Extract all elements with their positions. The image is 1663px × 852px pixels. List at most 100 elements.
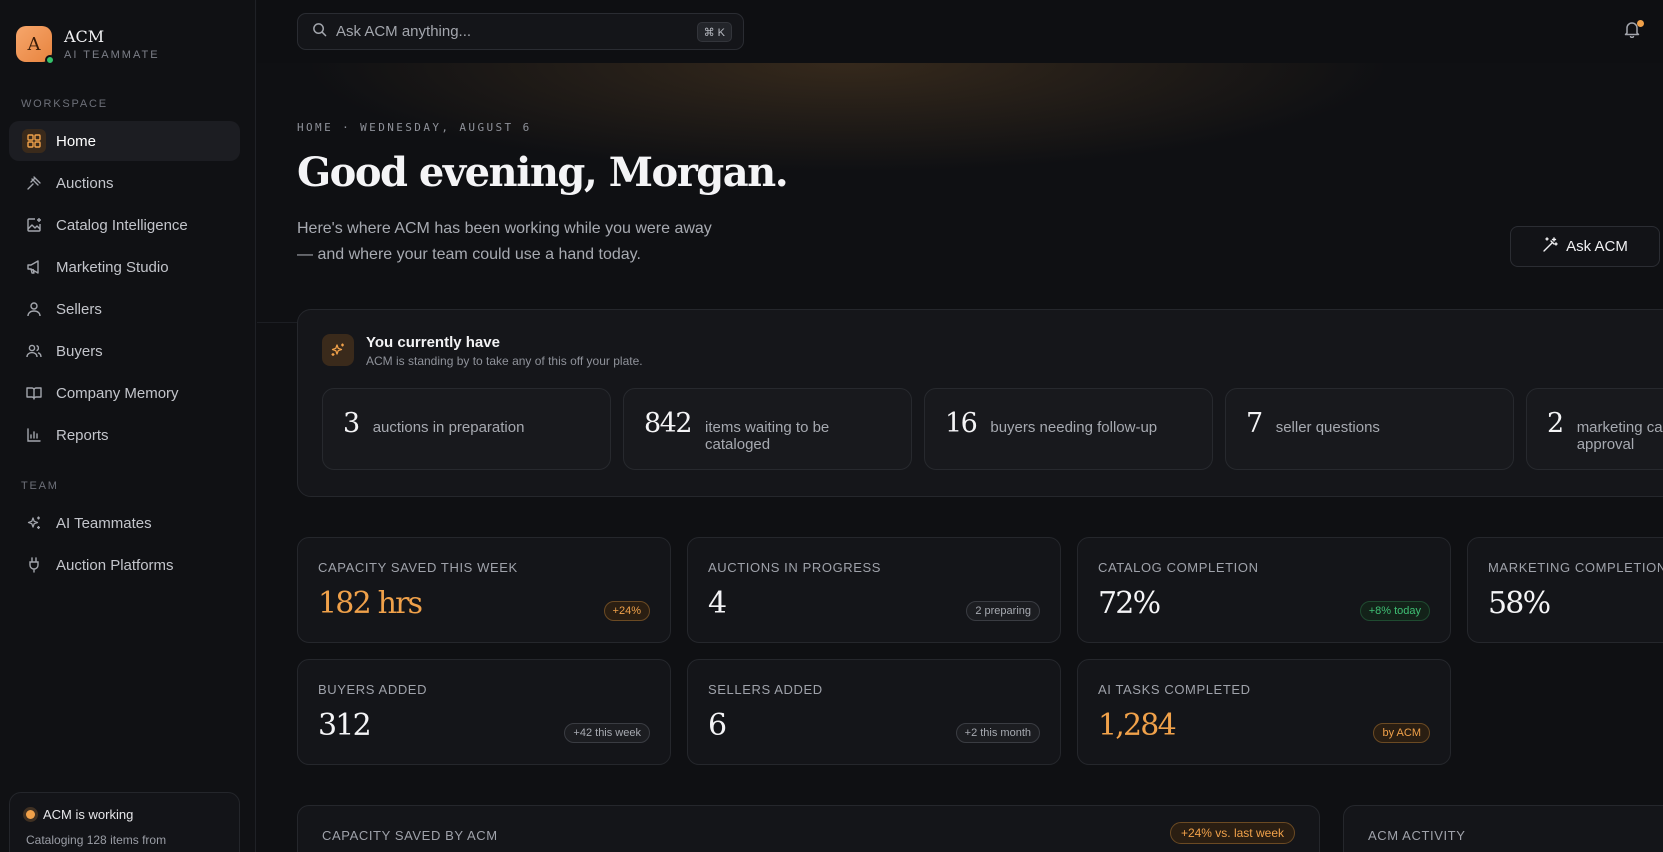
megaphone-icon	[25, 258, 43, 276]
stat-card-sellers-added[interactable]: SELLERS ADDED 6 +2 this month	[687, 659, 1061, 765]
workload-subtitle: ACM is standing by to take any of this o…	[366, 354, 643, 368]
workload-count: 2	[1547, 408, 1564, 439]
working-status-dot	[26, 810, 35, 819]
sidebar-item-reports[interactable]: Reports	[9, 415, 240, 455]
users-icon	[25, 342, 43, 360]
workload-label: auctions in preparation	[372, 419, 525, 436]
sidebar-item-label: Home	[56, 132, 97, 150]
workload-label: buyers needing follow-up	[990, 419, 1158, 436]
stat-label: MARKETING COMPLETION	[1488, 560, 1663, 575]
brand-initial: A	[27, 33, 41, 55]
stat-badge: 2 preparing	[966, 601, 1040, 621]
stat-card-auctions-in-progress[interactable]: AUCTIONS IN PROGRESS 4 2 preparing	[687, 537, 1061, 643]
intro-text: Here's where ACM has been working while …	[297, 220, 712, 263]
stat-value: 58%	[1488, 586, 1551, 621]
magic-wand-icon	[1542, 236, 1566, 257]
sidebar-item-marketing-studio[interactable]: Marketing Studio	[9, 247, 240, 287]
ask-acm-button[interactable]: Ask ACM	[1510, 226, 1660, 267]
workload-count: 3	[343, 408, 360, 439]
workload-item-auctions[interactable]: 3 auctions in preparation	[322, 388, 611, 470]
acm-status-card[interactable]: ACM is working Cataloging 128 items from	[9, 792, 240, 852]
sparkle-icon	[322, 334, 354, 366]
workload-count: 842	[644, 408, 693, 439]
notifications-button[interactable]	[1623, 20, 1644, 40]
status-title: ACM is working	[43, 807, 134, 822]
sidebar-item-catalog-intelligence[interactable]: Catalog Intelligence	[9, 205, 240, 245]
workload-label: seller questions	[1275, 419, 1380, 436]
stat-badge: +8% today	[1359, 601, 1430, 621]
sidebar-item-label: Sellers	[56, 300, 102, 318]
stat-label: SELLERS ADDED	[708, 682, 823, 697]
gavel-icon	[25, 174, 43, 192]
top-bar: ⌘ K	[257, 0, 1663, 63]
stat-label: CAPACITY SAVED THIS WEEK	[318, 560, 518, 575]
stat-value: 182 hrs	[318, 586, 423, 621]
sidebar-item-auctions[interactable]: Auctions	[9, 163, 240, 203]
hero-section: HOME · WEDNESDAY, AUGUST 6 Good evening,…	[257, 63, 1663, 323]
capacity-saved-card: CAPACITY SAVED BY ACM +24% vs. last week	[297, 805, 1320, 852]
workload-item-sellers[interactable]: 7 seller questions	[1225, 388, 1514, 470]
online-status-dot	[45, 55, 55, 65]
brand-subtitle: AI TEAMMATE	[64, 48, 160, 61]
sidebar-item-label: Catalog Intelligence	[56, 216, 188, 234]
sidebar-item-auction-platforms[interactable]: Auction Platforms	[9, 545, 240, 585]
sidebar-item-label: Buyers	[56, 342, 103, 360]
stat-value: 1,284	[1098, 708, 1177, 743]
notification-badge	[1637, 20, 1644, 27]
sidebar-item-label: Reports	[56, 426, 109, 444]
status-detail: Cataloging 128 items from	[26, 833, 167, 847]
sidebar-item-home[interactable]: Home	[9, 121, 240, 161]
grid-icon	[22, 129, 46, 153]
search-shortcut-hint: ⌘ K	[696, 22, 732, 42]
search-bar[interactable]: ⌘ K	[297, 13, 744, 50]
workspace-nav: Home Auctions Catalog Intelligence Marke…	[9, 121, 240, 457]
acm-activity-card: ACM ACTIVITY	[1343, 805, 1663, 852]
stat-badge: +2 this month	[955, 723, 1040, 743]
workload-label: marketing campaigns awaiting approval	[1576, 419, 1663, 453]
stat-value: 4	[708, 586, 727, 621]
breadcrumb: HOME · WEDNESDAY, AUGUST 6	[297, 121, 532, 134]
stat-value: 72%	[1098, 586, 1161, 621]
capacity-change-badge: +24% vs. last week	[1169, 822, 1295, 844]
workload-count: 7	[1246, 408, 1263, 439]
user-icon	[25, 300, 43, 318]
sidebar-item-sellers[interactable]: Sellers	[9, 289, 240, 329]
stat-card-buyers-added[interactable]: BUYERS ADDED 312 +42 this week	[297, 659, 671, 765]
workload-title: You currently have	[366, 334, 500, 351]
stat-label: AI TASKS COMPLETED	[1098, 682, 1251, 697]
plug-icon	[25, 556, 43, 574]
sidebar-item-label: Auction Platforms	[56, 556, 174, 574]
stat-card-marketing-completion[interactable]: MARKETING COMPLETION 58%	[1467, 537, 1663, 643]
stat-card-capacity-saved[interactable]: CAPACITY SAVED THIS WEEK 182 hrs +24%	[297, 537, 671, 643]
sparkles-icon	[25, 514, 43, 532]
workspace-section-label: WORKSPACE	[21, 98, 108, 110]
sidebar-item-label: Auctions	[56, 174, 114, 192]
sidebar-item-company-memory[interactable]: Company Memory	[9, 373, 240, 413]
capacity-saved-label: CAPACITY SAVED BY ACM	[322, 828, 498, 843]
sidebar-item-ai-teammates[interactable]: AI Teammates	[9, 503, 240, 543]
brand-avatar: A	[16, 26, 55, 65]
workload-items: 3 auctions in preparation 842 items wait…	[322, 388, 1663, 470]
search-input[interactable]	[336, 23, 676, 40]
sidebar-item-label: Company Memory	[56, 384, 179, 402]
ask-acm-label: Ask ACM	[1566, 238, 1628, 255]
stat-label: CATALOG COMPLETION	[1098, 560, 1259, 575]
stat-badge: +42 this week	[564, 723, 650, 743]
workload-item-catalog[interactable]: 842 items waiting to be cataloged	[623, 388, 912, 470]
workload-item-marketing[interactable]: 2 marketing campaigns awaiting approval	[1526, 388, 1663, 470]
stat-label: AUCTIONS IN PROGRESS	[708, 560, 882, 575]
brand-name: ACM	[64, 26, 105, 46]
stat-label: BUYERS ADDED	[318, 682, 428, 697]
stat-value: 6	[708, 708, 727, 743]
brand[interactable]: A ACM AI TEAMMATE	[16, 26, 160, 65]
page-title: Good evening, Morgan.	[297, 149, 789, 196]
sidebar-item-buyers[interactable]: Buyers	[9, 331, 240, 371]
image-sparkle-icon	[25, 216, 43, 234]
stat-badge: by ACM	[1373, 723, 1430, 743]
workload-item-buyers[interactable]: 16 buyers needing follow-up	[924, 388, 1213, 470]
book-icon	[25, 384, 43, 402]
stat-badge: +24%	[603, 601, 650, 621]
stat-card-catalog-completion[interactable]: CATALOG COMPLETION 72% +8% today	[1077, 537, 1451, 643]
sidebar-item-label: Marketing Studio	[56, 258, 169, 276]
stat-card-ai-tasks-completed[interactable]: AI TASKS COMPLETED 1,284 by ACM	[1077, 659, 1451, 765]
